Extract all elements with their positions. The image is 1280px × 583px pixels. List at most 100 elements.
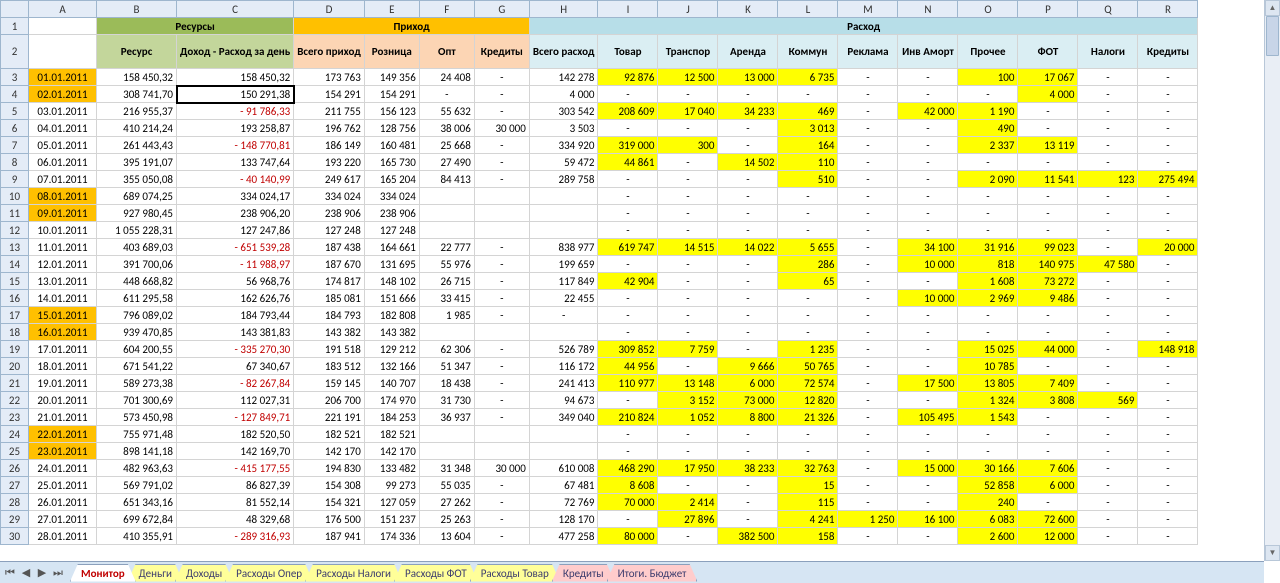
- cell-J23[interactable]: 1 052: [658, 409, 718, 426]
- cell-I21[interactable]: 110 977: [598, 375, 658, 392]
- cell-O11[interactable]: -: [958, 205, 1018, 222]
- cell-A29[interactable]: 27.01.2011: [29, 511, 97, 528]
- cell-K12[interactable]: -: [718, 222, 778, 239]
- cell-R17[interactable]: -: [1138, 307, 1198, 324]
- cell-I27[interactable]: 8 608: [598, 477, 658, 494]
- row-header-4[interactable]: 4: [1, 86, 29, 103]
- cell-E15[interactable]: 148 102: [364, 273, 419, 290]
- cell-O9[interactable]: 2 090: [958, 171, 1018, 188]
- cell-B25[interactable]: 898 141,18: [97, 443, 177, 460]
- cell-N23[interactable]: 105 495: [898, 409, 958, 426]
- cell-L13[interactable]: 5 655: [778, 239, 838, 256]
- cell-D26[interactable]: 194 830: [294, 460, 365, 477]
- cell-E13[interactable]: 164 661: [364, 239, 419, 256]
- cell-J3[interactable]: 12 500: [658, 69, 718, 86]
- sheet-tab-6[interactable]: Расходы Товар: [470, 564, 560, 582]
- row-header-6[interactable]: 6: [1, 120, 29, 137]
- cell-H8[interactable]: 59 472: [529, 154, 598, 171]
- row-header-2[interactable]: 2: [1, 35, 29, 69]
- cell-E22[interactable]: 174 970: [364, 392, 419, 409]
- cell-C4[interactable]: 150 291,38: [177, 86, 294, 103]
- cell-E23[interactable]: 184 253: [364, 409, 419, 426]
- cell-K7[interactable]: -: [718, 137, 778, 154]
- cell-I26[interactable]: 468 290: [598, 460, 658, 477]
- cell-C28[interactable]: 81 552,14: [177, 494, 294, 511]
- cell-A14[interactable]: 12.01.2011: [29, 256, 97, 273]
- cell-G21[interactable]: -: [474, 375, 529, 392]
- cell-L22[interactable]: 12 820: [778, 392, 838, 409]
- cell-G14[interactable]: -: [474, 256, 529, 273]
- cell-A24[interactable]: 22.01.2011: [29, 426, 97, 443]
- cell-A30[interactable]: 28.01.2011: [29, 528, 97, 545]
- cell-I7[interactable]: 319 000: [598, 137, 658, 154]
- cell-G4[interactable]: -: [474, 86, 529, 103]
- cell-J22[interactable]: 3 152: [658, 392, 718, 409]
- cell-K3[interactable]: 13 000: [718, 69, 778, 86]
- row-header-3[interactable]: 3: [1, 69, 29, 86]
- cell-E12[interactable]: 127 248: [364, 222, 419, 239]
- cell-E29[interactable]: 151 237: [364, 511, 419, 528]
- row-header-12[interactable]: 12: [1, 222, 29, 239]
- cell-J29[interactable]: 27 896: [658, 511, 718, 528]
- cell-Q12[interactable]: -: [1078, 222, 1138, 239]
- cell-A19[interactable]: 17.01.2011: [29, 341, 97, 358]
- cell-M13[interactable]: -: [838, 239, 898, 256]
- cell-O18[interactable]: -: [958, 324, 1018, 341]
- cell-L20[interactable]: 50 765: [778, 358, 838, 375]
- cell-K29[interactable]: -: [718, 511, 778, 528]
- cell-J20[interactable]: -: [658, 358, 718, 375]
- cell-C14[interactable]: - 11 988,97: [177, 256, 294, 273]
- cell-R27[interactable]: -: [1138, 477, 1198, 494]
- cell-R11[interactable]: -: [1138, 205, 1198, 222]
- cell-J27[interactable]: -: [658, 477, 718, 494]
- cell-O29[interactable]: 6 083: [958, 511, 1018, 528]
- cell-C24[interactable]: 182 520,50: [177, 426, 294, 443]
- cell-A15[interactable]: 13.01.2011: [29, 273, 97, 290]
- cell-C19[interactable]: - 335 270,30: [177, 341, 294, 358]
- cell-M23[interactable]: -: [838, 409, 898, 426]
- sheet-tab-4[interactable]: Расходы Налоги: [305, 564, 402, 582]
- cell-H16[interactable]: 22 455: [529, 290, 598, 307]
- cell-P17[interactable]: -: [1018, 307, 1078, 324]
- cell-M18[interactable]: -: [838, 324, 898, 341]
- row-header-16[interactable]: 16: [1, 290, 29, 307]
- cell-K24[interactable]: -: [718, 426, 778, 443]
- cell-D25[interactable]: 142 170: [294, 443, 365, 460]
- cell-R22[interactable]: -: [1138, 392, 1198, 409]
- cell-H30[interactable]: 477 258: [529, 528, 598, 545]
- col-header-N[interactable]: N: [898, 1, 958, 18]
- col-header-Q[interactable]: Q: [1078, 1, 1138, 18]
- cell-R3[interactable]: -: [1138, 69, 1198, 86]
- scroll-down-button[interactable]: ▼: [1265, 545, 1280, 561]
- cell-O27[interactable]: 52 858: [958, 477, 1018, 494]
- cell-N8[interactable]: -: [898, 154, 958, 171]
- cell-F26[interactable]: 31 348: [419, 460, 474, 477]
- cell-B23[interactable]: 573 450,98: [97, 409, 177, 426]
- cell-M3[interactable]: -: [838, 69, 898, 86]
- cell-N22[interactable]: -: [898, 392, 958, 409]
- cell-I29[interactable]: -: [598, 511, 658, 528]
- cell-G28[interactable]: -: [474, 494, 529, 511]
- cell-A16[interactable]: 14.01.2011: [29, 290, 97, 307]
- cell-M26[interactable]: -: [838, 460, 898, 477]
- cell-L7[interactable]: 164: [778, 137, 838, 154]
- cell-Q29[interactable]: -: [1078, 511, 1138, 528]
- cell-H22[interactable]: 94 673: [529, 392, 598, 409]
- col-header-E[interactable]: E: [364, 1, 419, 18]
- cell-R24[interactable]: -: [1138, 426, 1198, 443]
- cell-E19[interactable]: 129 212: [364, 341, 419, 358]
- cell-M19[interactable]: -: [838, 341, 898, 358]
- cell-F27[interactable]: 55 035: [419, 477, 474, 494]
- col-header-K[interactable]: K: [718, 1, 778, 18]
- cell-L9[interactable]: 510: [778, 171, 838, 188]
- cell-J30[interactable]: -: [658, 528, 718, 545]
- cell-K20[interactable]: 9 666: [718, 358, 778, 375]
- cell-C27[interactable]: 86 827,39: [177, 477, 294, 494]
- cell-M8[interactable]: -: [838, 154, 898, 171]
- cell-B15[interactable]: 448 668,82: [97, 273, 177, 290]
- col-header-J[interactable]: J: [658, 1, 718, 18]
- cell-J9[interactable]: -: [658, 171, 718, 188]
- cell-O16[interactable]: 2 969: [958, 290, 1018, 307]
- cell-J24[interactable]: -: [658, 426, 718, 443]
- cell-H9[interactable]: 289 758: [529, 171, 598, 188]
